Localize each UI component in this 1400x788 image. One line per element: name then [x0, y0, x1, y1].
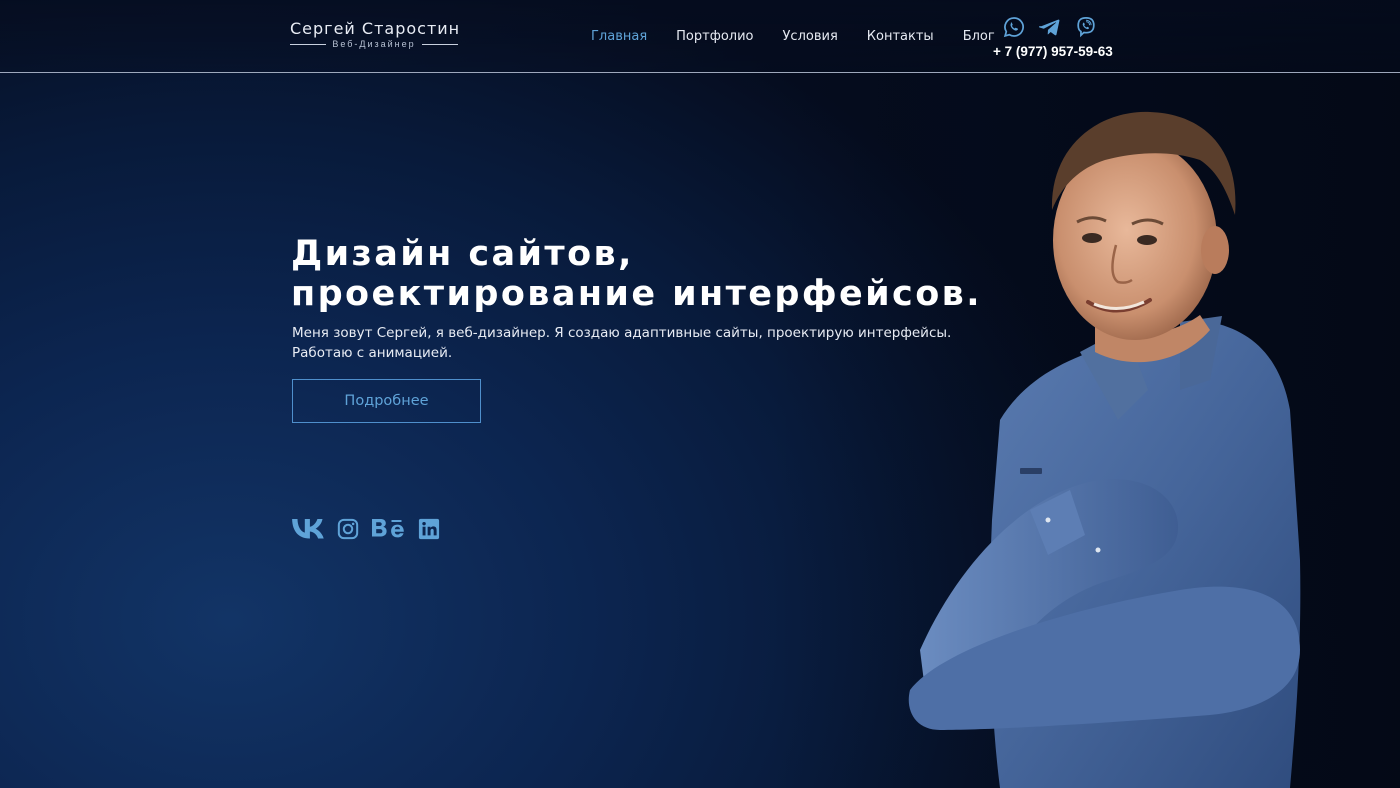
nav-item-home[interactable]: Главная — [591, 29, 647, 44]
linkedin-icon[interactable] — [418, 518, 440, 540]
nav-item-portfolio[interactable]: Портфолио — [676, 29, 753, 44]
messenger-links — [993, 16, 1113, 38]
logo-name: Сергей Старостин — [290, 19, 461, 38]
hero-title: Дизайн сайтов, проектирование интерфейсо… — [291, 234, 982, 314]
vk-icon[interactable] — [292, 519, 324, 539]
phone-number[interactable]: + 7 (977) 957-59-63 — [993, 44, 1113, 59]
logo-subtitle: Веб-Дизайнер — [332, 39, 416, 49]
portrait-photo — [908, 111, 1301, 788]
behance-icon[interactable] — [372, 518, 405, 540]
social-links — [292, 518, 440, 540]
logo-divider-left — [290, 43, 327, 45]
whatsapp-icon[interactable] — [1003, 16, 1025, 38]
nav-item-contacts[interactable]: Контакты — [867, 29, 934, 44]
logo-subtitle-row: Веб-Дизайнер — [290, 39, 459, 49]
main-nav: Главная Портфолио Условия Контакты Блог — [591, 29, 995, 44]
more-button[interactable]: Подробнее — [292, 379, 481, 423]
logo-divider-right — [421, 43, 459, 45]
viber-icon[interactable] — [1075, 16, 1097, 38]
hero-title-line-1: Дизайн сайтов, — [291, 234, 634, 274]
header-contacts: + 7 (977) 957-59-63 — [993, 16, 1113, 59]
logo[interactable]: Сергей Старостин Веб-Дизайнер — [290, 19, 461, 49]
telegram-icon[interactable] — [1039, 16, 1061, 38]
instagram-icon[interactable] — [337, 518, 359, 540]
hero-title-line-2: проектирование интерфейсов. — [291, 274, 982, 314]
nav-item-terms[interactable]: Условия — [783, 29, 838, 44]
nav-item-blog[interactable]: Блог — [963, 29, 995, 44]
site-header: Сергей Старостин Веб-Дизайнер Главная По… — [0, 0, 1400, 73]
